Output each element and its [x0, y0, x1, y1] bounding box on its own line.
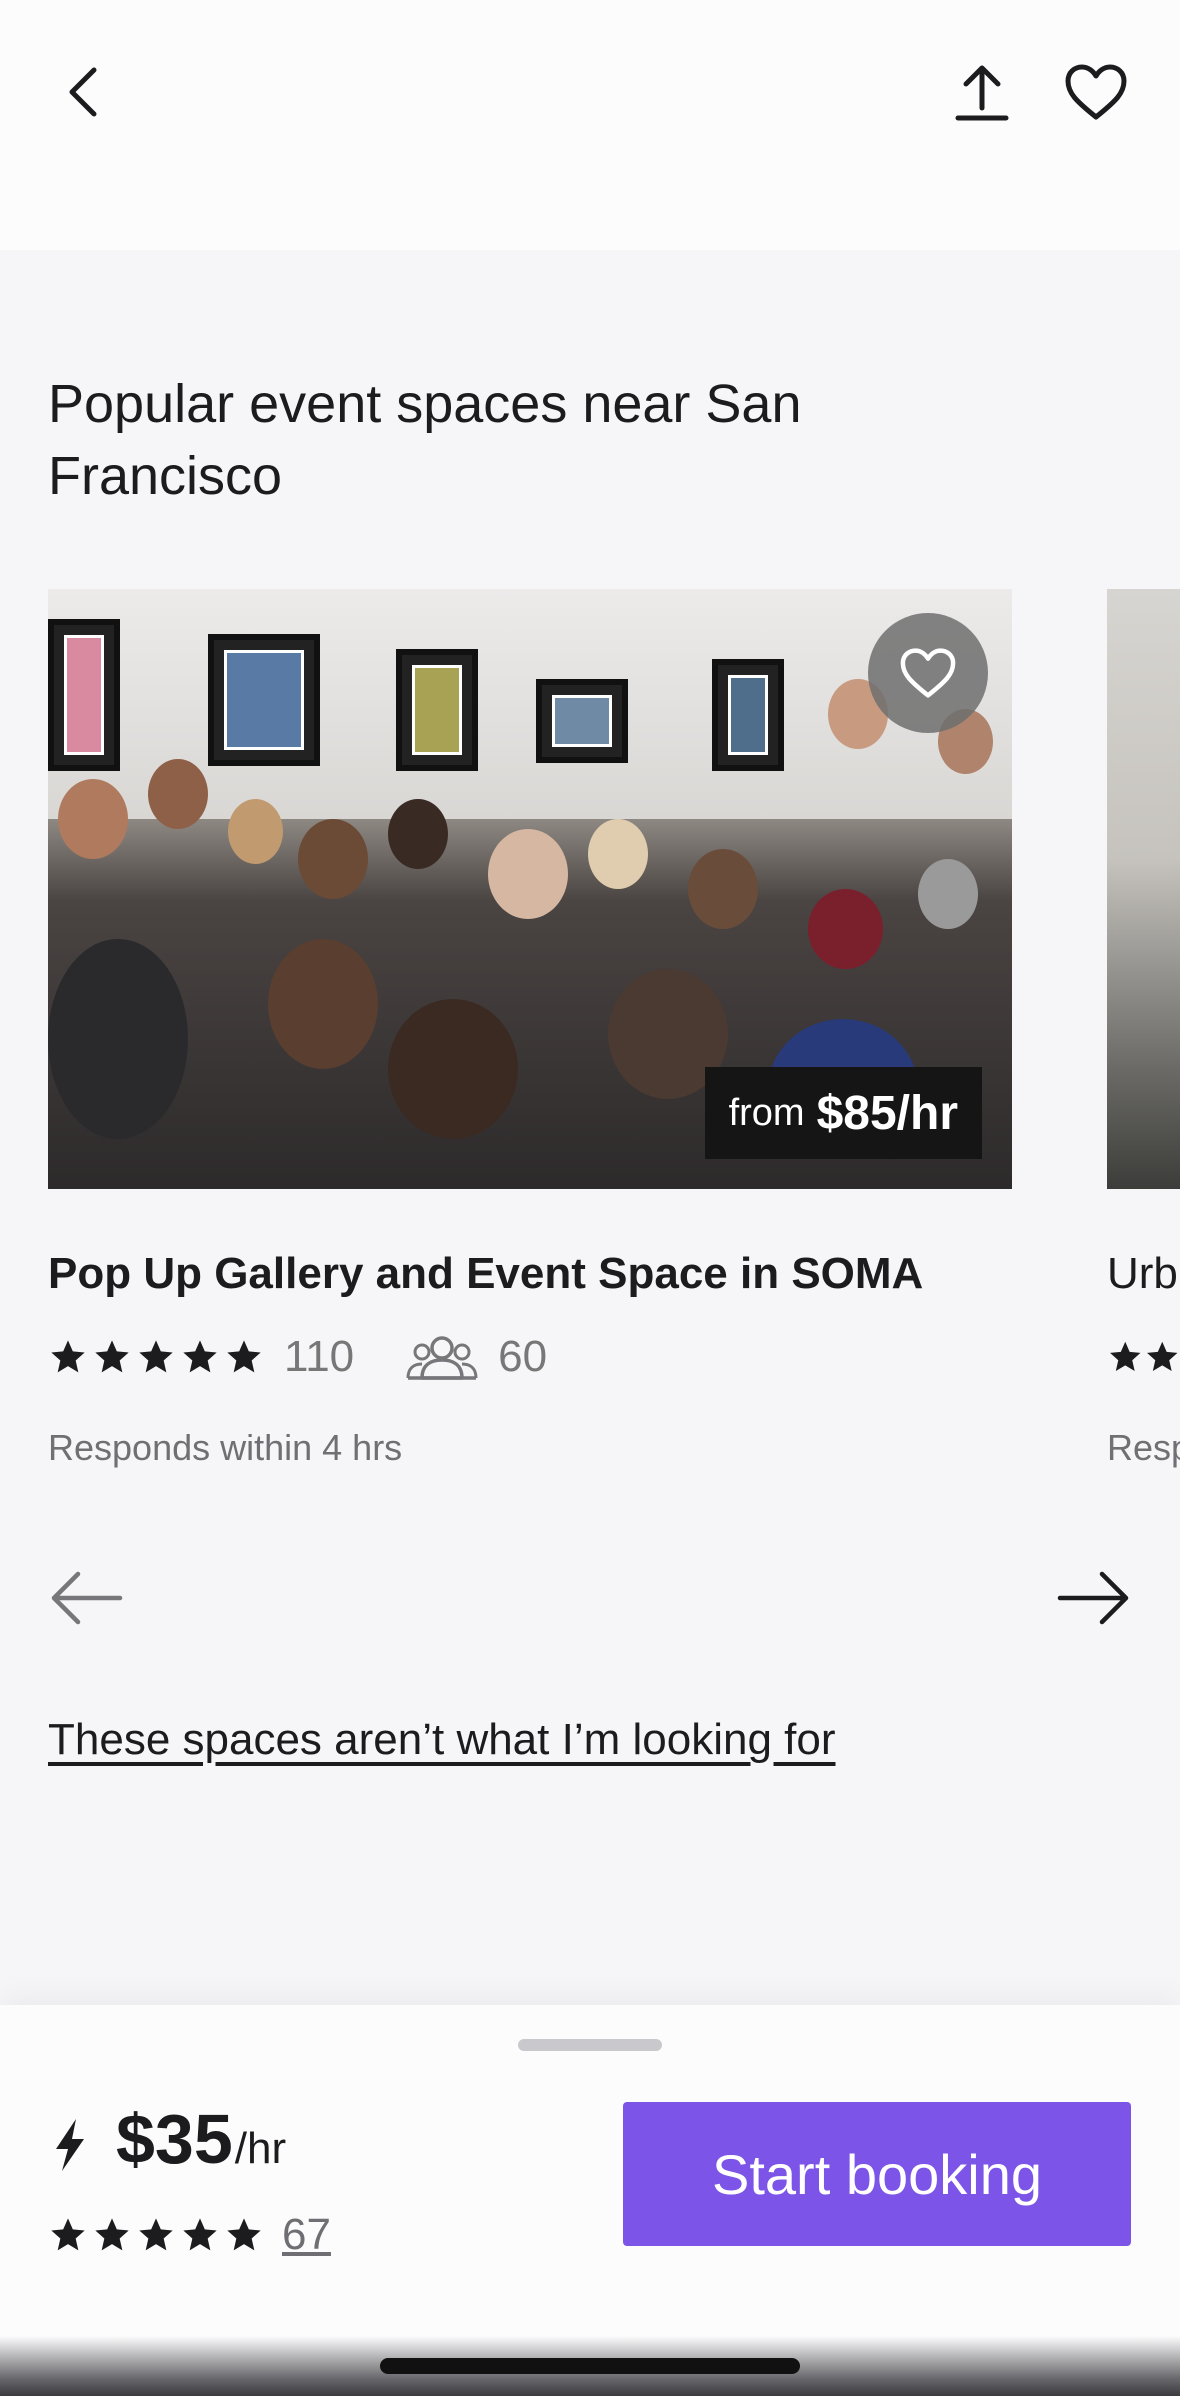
price-prefix: from [728, 1091, 805, 1134]
response-time: Responds within 4 hrs [48, 1427, 403, 1468]
star-icon [139, 1340, 173, 1373]
price-value: $85/hr [816, 1086, 958, 1140]
lightning-bolt-icon [56, 2119, 84, 2171]
share-button[interactable] [940, 50, 1024, 134]
home-indicator[interactable] [380, 2358, 800, 2374]
people-group-icon [406, 1336, 478, 1380]
start-booking-button[interactable]: Start booking [623, 2102, 1131, 2246]
save-favorite-button[interactable] [1054, 50, 1138, 134]
booking-price-value: $35 [116, 2100, 233, 2178]
chevron-left-icon [69, 67, 97, 117]
next-card-title[interactable]: Urb [1107, 1247, 1180, 1301]
review-count: 110 [284, 1332, 355, 1381]
star-icon [1146, 1341, 1177, 1371]
heart-outline-icon [1065, 64, 1127, 120]
star-icon [51, 1340, 85, 1373]
space-card-image[interactable]: from $85/hr [48, 589, 1012, 1189]
star-icon [183, 1340, 217, 1373]
price-tag: from $85/hr [704, 1067, 982, 1159]
booking-price: $35 /hr [116, 2099, 286, 2179]
capacity-count: 60 [498, 1332, 548, 1381]
space-meta: 110 60 [48, 1329, 547, 1385]
heart-outline-icon [900, 648, 956, 698]
not-looking-for-link[interactable]: These spaces aren’t what I’m looking for [48, 1712, 836, 1768]
carousel-next-button[interactable] [1052, 1558, 1136, 1638]
star-icon [227, 2218, 261, 2251]
space-card[interactable]: from $85/hr Pop Up Gallery and Event Spa… [48, 589, 1012, 1468]
top-nav-bar [0, 0, 1180, 250]
card-favorite-button[interactable] [868, 613, 988, 733]
booking-review-count-link[interactable]: 67 [282, 2210, 331, 2260]
rating-stars [48, 1337, 264, 1377]
star-icon [51, 2218, 85, 2251]
capacity: 60 [406, 1332, 547, 1382]
back-button[interactable] [44, 52, 124, 132]
booking-rating: 67 [48, 2205, 331, 2265]
star-icon [139, 2218, 173, 2251]
arrow-left-icon [51, 1571, 123, 1625]
star-icon [227, 1340, 261, 1373]
star-icon [1110, 1341, 1141, 1371]
sheet-grabber[interactable] [518, 2039, 662, 2051]
booking-price-unit: /hr [234, 2124, 287, 2173]
next-card-rating [1107, 1329, 1180, 1385]
space-title[interactable]: Pop Up Gallery and Event Space in SOMA [48, 1247, 1048, 1301]
arrow-right-icon [1057, 1571, 1129, 1625]
rating-stars [48, 2215, 264, 2255]
next-card-response: Resp [1107, 1427, 1180, 1468]
carousel-prev-button[interactable] [44, 1558, 128, 1638]
star-icon [183, 2218, 217, 2251]
star-icon [95, 2218, 129, 2251]
star-icon [95, 1340, 129, 1373]
next-card-image[interactable] [1107, 589, 1180, 1189]
share-upload-icon [955, 65, 1009, 121]
section-title: Popular event spaces near San Francisco [48, 374, 802, 506]
